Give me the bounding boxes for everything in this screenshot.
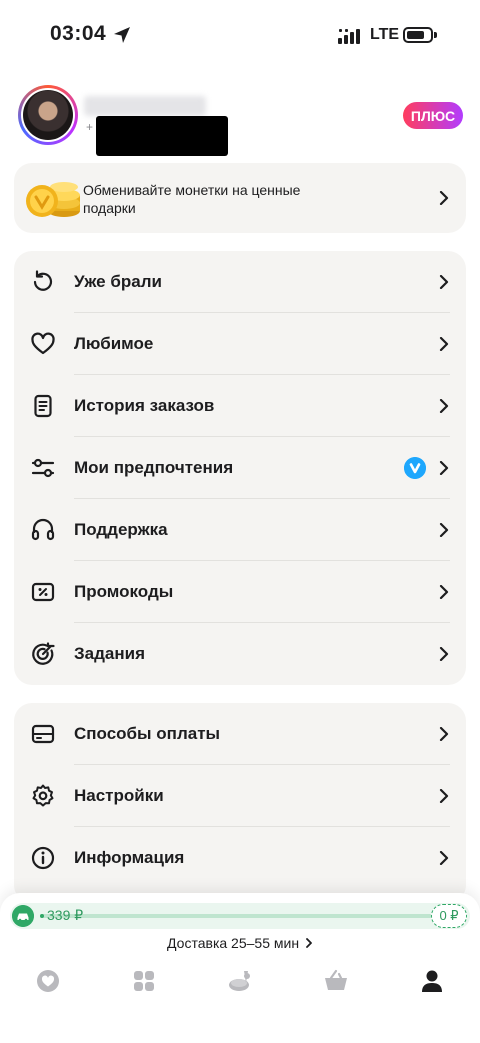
menu-item-promocodes[interactable]: Промокоды [14, 561, 466, 623]
menu-item-label: История заказов [74, 396, 215, 415]
coins-card-text: Обменивайте монетки на ценные подарки [83, 182, 301, 216]
menu-item-order-history[interactable]: История заказов [14, 375, 466, 437]
battery-tip [434, 32, 437, 38]
menu-item-label: Любимое [74, 334, 154, 353]
avatar[interactable] [18, 85, 78, 145]
card-icon [31, 724, 55, 744]
menu-item-information[interactable]: Информация [14, 827, 466, 889]
menu-item-label: Уже брали [74, 272, 162, 291]
menu-item-preferences[interactable]: Мои предпочтения [14, 437, 466, 499]
phone-redacted [96, 116, 228, 156]
coins-icon [26, 182, 80, 217]
signal-icon [338, 29, 360, 44]
status-bar: 03:04 LTE [0, 0, 480, 70]
free-delivery-threshold: 0 ₽ [431, 904, 467, 928]
history-icon [33, 270, 53, 291]
chevron-right-icon [439, 851, 449, 865]
menu-item-settings[interactable]: Настройки [14, 765, 466, 827]
bottom-panel: 339 ₽ 0 ₽ Доставка 25–55 мин [0, 893, 480, 1043]
chevron-right-icon [439, 647, 449, 661]
menu-item-already-ordered[interactable]: Уже брали [14, 251, 466, 313]
coins-card[interactable]: Обменивайте монетки на ценные подарки [14, 163, 466, 233]
progress-line [40, 914, 432, 918]
sliders-icon [31, 458, 55, 478]
delivery-progress-bar[interactable]: 339 ₽ 0 ₽ [10, 903, 470, 929]
menu-group-main: Уже брали Любимое История заказов Мои пр… [14, 251, 466, 685]
delivery-time[interactable]: Доставка 25–55 мин [0, 935, 480, 951]
location-arrow-icon [114, 27, 130, 43]
target-icon [32, 642, 55, 665]
plus-badge[interactable]: ПЛЮС [403, 102, 463, 129]
lavka-heart-badge-icon [404, 457, 426, 479]
menu-item-support[interactable]: Поддержка [14, 499, 466, 561]
headset-icon [31, 518, 55, 541]
menu-item-label: Настройки [74, 786, 164, 805]
avatar-photo [23, 90, 73, 140]
menu-item-label: Поддержка [74, 520, 168, 539]
gear-icon [32, 784, 54, 807]
network-type: LTE [370, 26, 400, 43]
heart-icon [31, 332, 55, 355]
chevron-right-icon [439, 275, 449, 289]
menu-item-label: Промокоды [74, 582, 174, 601]
delivery-time-text: Доставка 25–55 мин [167, 935, 300, 951]
menu-item-label: Задания [74, 644, 145, 663]
user-name-blurred [84, 96, 206, 116]
receipt-icon [34, 394, 52, 418]
menu-item-label: Информация [74, 848, 185, 867]
menu-item-favorites[interactable]: Любимое [14, 313, 466, 375]
heart-logo-icon[interactable] [34, 967, 62, 995]
menu-item-label: Способы оплаты [74, 724, 221, 743]
chevron-right-icon [439, 191, 449, 205]
status-time: 03:04 [50, 22, 107, 45]
phone-prefix: + [86, 120, 94, 134]
delivery-car-icon [12, 905, 34, 927]
profile-icon[interactable] [418, 967, 446, 995]
chevron-right-icon [306, 938, 312, 948]
menu-group-settings: Способы оплаты Настройки Информация [14, 703, 466, 903]
catalog-icon[interactable] [130, 967, 158, 995]
tab-bar [0, 963, 480, 1003]
chevron-right-icon [439, 461, 449, 475]
order-amount: 339 ₽ [47, 907, 84, 923]
progress-fill [40, 914, 44, 918]
menu-item-payment-methods[interactable]: Способы оплаты [14, 703, 466, 765]
chevron-right-icon [439, 523, 449, 537]
chevron-right-icon [439, 585, 449, 599]
food-icon[interactable] [226, 967, 254, 995]
chevron-right-icon [439, 337, 449, 351]
chevron-right-icon [439, 789, 449, 803]
menu-item-label: Мои предпочтения [74, 458, 234, 477]
battery-icon [403, 27, 433, 43]
chevron-right-icon [439, 399, 449, 413]
promo-icon [31, 582, 55, 602]
basket-icon[interactable] [322, 967, 350, 995]
chevron-right-icon [439, 727, 449, 741]
info-icon [31, 846, 55, 870]
menu-item-tasks[interactable]: Задания [14, 623, 466, 685]
